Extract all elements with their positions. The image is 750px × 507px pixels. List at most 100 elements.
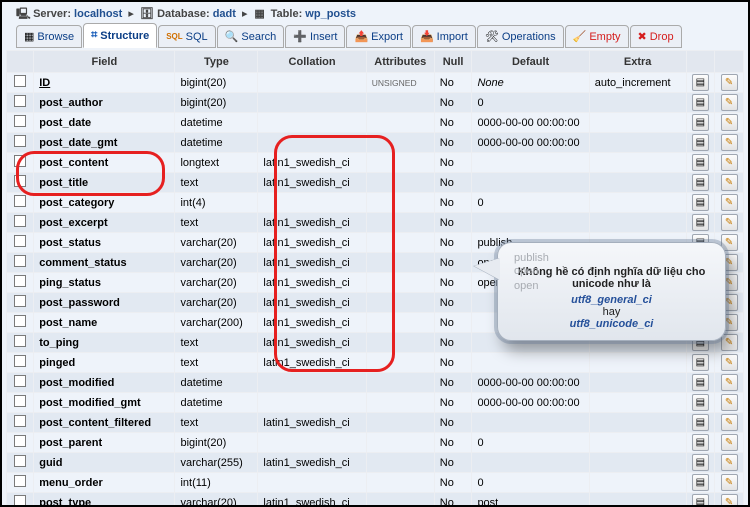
field-collation: latin1_swedish_ci bbox=[258, 493, 365, 507]
tab-drop[interactable]: ✖Drop bbox=[630, 25, 682, 48]
row-checkbox[interactable] bbox=[14, 415, 26, 427]
field-null: No bbox=[435, 393, 472, 412]
field-type: varchar(20) bbox=[175, 293, 257, 312]
edit-button[interactable]: ✎ bbox=[721, 114, 738, 131]
action-button[interactable]: ▤ bbox=[692, 194, 709, 211]
field-collation bbox=[258, 433, 365, 452]
server-link[interactable]: localhost bbox=[74, 8, 122, 20]
field-null: No bbox=[435, 113, 472, 132]
row-checkbox[interactable] bbox=[14, 335, 26, 347]
row-checkbox[interactable] bbox=[14, 215, 26, 227]
action-button[interactable]: ▤ bbox=[692, 394, 709, 411]
field-type: text bbox=[175, 333, 257, 352]
row-checkbox[interactable] bbox=[14, 295, 26, 307]
edit-button[interactable]: ✎ bbox=[721, 454, 738, 471]
field-attributes: UNSIGNED bbox=[367, 73, 434, 92]
row-checkbox[interactable] bbox=[14, 255, 26, 267]
row-checkbox[interactable] bbox=[14, 315, 26, 327]
tab-search[interactable]: 🔍Search bbox=[217, 25, 285, 48]
field-extra bbox=[590, 473, 686, 492]
tab-empty[interactable]: 🧹Empty bbox=[565, 25, 629, 48]
tab-operations[interactable]: 🛠Operations bbox=[477, 25, 564, 48]
action-button[interactable]: ▤ bbox=[692, 434, 709, 451]
action-button[interactable]: ▤ bbox=[692, 374, 709, 391]
field-attributes bbox=[367, 373, 434, 392]
action-button[interactable]: ▤ bbox=[692, 134, 709, 151]
table-row: post_content_filteredtextlatin1_swedish_… bbox=[7, 413, 743, 432]
row-checkbox[interactable] bbox=[14, 75, 26, 87]
row-checkbox[interactable] bbox=[14, 275, 26, 287]
row-checkbox[interactable] bbox=[14, 455, 26, 467]
breadcrumb: 🖳 Server: localhost ▸ 🗄 Database: dadt ▸… bbox=[2, 2, 748, 23]
edit-button[interactable]: ✎ bbox=[721, 154, 738, 171]
action-button[interactable]: ▤ bbox=[692, 454, 709, 471]
edit-button[interactable]: ✎ bbox=[721, 134, 738, 151]
database-link[interactable]: dadt bbox=[213, 8, 236, 20]
row-checkbox[interactable] bbox=[14, 475, 26, 487]
field-type: datetime bbox=[175, 373, 257, 392]
row-checkbox[interactable] bbox=[14, 395, 26, 407]
field-type: datetime bbox=[175, 113, 257, 132]
field-default: None bbox=[472, 73, 588, 92]
field-type: bigint(20) bbox=[175, 433, 257, 452]
field-extra bbox=[590, 393, 686, 412]
tab-structure[interactable]: ⌗Structure bbox=[83, 23, 157, 48]
row-checkbox[interactable] bbox=[14, 375, 26, 387]
action-button[interactable]: ▤ bbox=[692, 94, 709, 111]
edit-button[interactable]: ✎ bbox=[721, 94, 738, 111]
table-row: post_parentbigint(20)No0▤✎ bbox=[7, 433, 743, 452]
edit-button[interactable]: ✎ bbox=[721, 174, 738, 191]
row-checkbox[interactable] bbox=[14, 175, 26, 187]
server-icon: 🖳 bbox=[16, 8, 28, 20]
row-checkbox[interactable] bbox=[14, 135, 26, 147]
action-button[interactable]: ▤ bbox=[692, 474, 709, 491]
row-checkbox[interactable] bbox=[14, 235, 26, 247]
field-null: No bbox=[435, 293, 472, 312]
edit-button[interactable]: ✎ bbox=[721, 194, 738, 211]
action-button[interactable]: ▤ bbox=[692, 174, 709, 191]
action-button[interactable]: ▤ bbox=[692, 74, 709, 91]
table-row: menu_orderint(11)No0▤✎ bbox=[7, 473, 743, 492]
table-row: IDbigint(20)UNSIGNEDNoNoneauto_increment… bbox=[7, 73, 743, 92]
field-default bbox=[472, 153, 588, 172]
edit-button[interactable]: ✎ bbox=[721, 434, 738, 451]
edit-button[interactable]: ✎ bbox=[721, 374, 738, 391]
database-icon: 🗄 bbox=[140, 8, 152, 20]
field-collation: latin1_swedish_ci bbox=[258, 313, 365, 332]
edit-button[interactable]: ✎ bbox=[721, 474, 738, 491]
edit-button[interactable]: ✎ bbox=[721, 494, 738, 507]
field-name: post_content_filtered bbox=[34, 413, 174, 432]
edit-button[interactable]: ✎ bbox=[721, 334, 738, 351]
action-button[interactable]: ▤ bbox=[692, 354, 709, 371]
table-link[interactable]: wp_posts bbox=[305, 8, 356, 20]
field-extra bbox=[590, 153, 686, 172]
edit-button[interactable]: ✎ bbox=[721, 394, 738, 411]
row-checkbox[interactable] bbox=[14, 95, 26, 107]
field-null: No bbox=[435, 313, 472, 332]
edit-button[interactable]: ✎ bbox=[721, 74, 738, 91]
action-button[interactable]: ▤ bbox=[692, 414, 709, 431]
table-row: post_contentlongtextlatin1_swedish_ciNo▤… bbox=[7, 153, 743, 172]
edit-button[interactable]: ✎ bbox=[721, 354, 738, 371]
action-button[interactable]: ▤ bbox=[692, 114, 709, 131]
row-checkbox[interactable] bbox=[14, 495, 26, 507]
row-checkbox[interactable] bbox=[14, 155, 26, 167]
tab-export[interactable]: 📤Export bbox=[346, 25, 411, 48]
field-attributes bbox=[367, 93, 434, 112]
edit-button[interactable]: ✎ bbox=[721, 414, 738, 431]
operations-icon: 🛠 bbox=[485, 30, 499, 43]
row-checkbox[interactable] bbox=[14, 195, 26, 207]
edit-button[interactable]: ✎ bbox=[721, 214, 738, 231]
action-button[interactable]: ▤ bbox=[692, 494, 709, 507]
tab-import[interactable]: 📥Import bbox=[412, 25, 476, 48]
field-attributes bbox=[367, 313, 434, 332]
tab-browse[interactable]: ▦Browse bbox=[16, 25, 82, 48]
action-button[interactable]: ▤ bbox=[692, 154, 709, 171]
row-checkbox[interactable] bbox=[14, 355, 26, 367]
tab-insert[interactable]: ➕Insert bbox=[285, 25, 345, 48]
action-button[interactable]: ▤ bbox=[692, 214, 709, 231]
row-checkbox[interactable] bbox=[14, 115, 26, 127]
row-checkbox[interactable] bbox=[14, 435, 26, 447]
tab-sql[interactable]: SQLSQL bbox=[158, 25, 215, 48]
field-default: 0 bbox=[472, 193, 588, 212]
